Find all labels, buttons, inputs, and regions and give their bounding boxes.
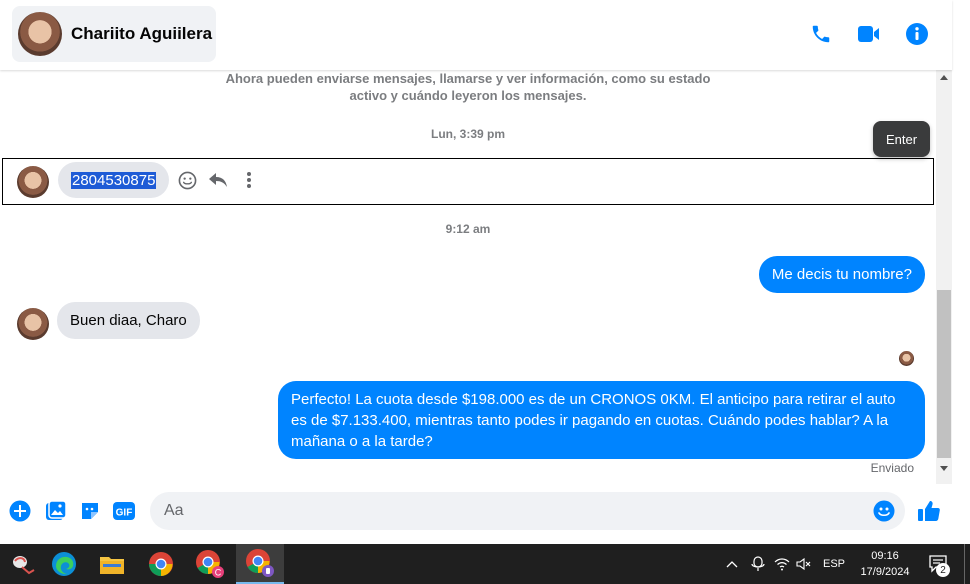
clock-date: 17/9/2024 bbox=[860, 566, 910, 578]
scroll-up-arrow[interactable] bbox=[940, 75, 948, 80]
svg-text:C: C bbox=[215, 568, 222, 578]
message-text: Buen diaa, Charo bbox=[70, 312, 187, 329]
chat-header: Chariito Aguiilera bbox=[0, 0, 952, 70]
like-icon[interactable] bbox=[917, 499, 941, 523]
composer-bar: GIF bbox=[0, 484, 952, 540]
message-row-selected[interactable]: 2804530875 bbox=[2, 158, 934, 205]
plus-icon[interactable] bbox=[8, 499, 32, 523]
video-icon[interactable] bbox=[857, 22, 881, 46]
meet-now-icon[interactable] bbox=[748, 544, 768, 584]
emoji-icon[interactable] bbox=[873, 500, 895, 527]
edge-icon[interactable] bbox=[40, 544, 88, 584]
language-indicator[interactable]: ESP bbox=[820, 544, 848, 584]
reply-icon[interactable] bbox=[208, 170, 228, 190]
clock[interactable]: 09:16 17/9/2024 bbox=[855, 548, 915, 580]
chevron-up-icon[interactable] bbox=[722, 544, 742, 584]
timestamp: 9:12 am bbox=[445, 222, 491, 236]
message-input-box[interactable] bbox=[150, 492, 905, 530]
clock-time: 09:16 bbox=[871, 550, 899, 562]
volume-muted-icon[interactable] bbox=[794, 544, 814, 584]
message-bubble-incoming[interactable]: 2804530875 bbox=[58, 162, 170, 198]
chrome-profile-icon[interactable]: C bbox=[186, 544, 234, 584]
react-icon[interactable] bbox=[177, 170, 197, 190]
gif-icon[interactable]: GIF bbox=[112, 499, 136, 523]
file-explorer-icon[interactable] bbox=[88, 544, 136, 584]
message-bubble-outgoing[interactable]: Perfecto! La cuota desde $198.000 es de … bbox=[278, 381, 925, 459]
scroll-thumb[interactable] bbox=[937, 290, 951, 458]
seen-avatar bbox=[899, 351, 914, 366]
chrome-profile-active-icon[interactable] bbox=[236, 544, 284, 584]
svg-text:GIF: GIF bbox=[116, 508, 133, 519]
timestamp: Lun, 3:39 pm bbox=[430, 127, 505, 141]
sender-avatar bbox=[17, 308, 49, 340]
phone-icon[interactable] bbox=[809, 22, 833, 46]
message-list: Ahora pueden enviarse mensajes, llamarse… bbox=[0, 70, 936, 484]
scroll-down-arrow[interactable] bbox=[940, 466, 948, 471]
message-text: Perfecto! La cuota desde $198.000 es de … bbox=[291, 391, 896, 450]
show-desktop-divider[interactable] bbox=[964, 544, 965, 584]
info-icon[interactable] bbox=[905, 22, 929, 46]
enter-tooltip: Enter bbox=[873, 121, 930, 157]
sticker-icon[interactable] bbox=[78, 499, 102, 523]
message-input[interactable] bbox=[164, 492, 854, 530]
messenger-window: Chariito Aguiilera Ahora pueden enviarse… bbox=[0, 0, 970, 544]
chat-scrollbar[interactable] bbox=[936, 70, 952, 484]
notification-icon[interactable]: 2 bbox=[924, 544, 954, 584]
contact-avatar bbox=[18, 12, 62, 56]
more-options-icon[interactable] bbox=[239, 170, 259, 190]
contact-name: Chariito Aguiilera bbox=[71, 24, 213, 43]
image-icon[interactable] bbox=[44, 499, 68, 523]
windows-taskbar: C ESP 09:16 17/9/2024 2 bbox=[0, 544, 970, 584]
wifi-icon[interactable] bbox=[772, 544, 792, 584]
notification-badge: 2 bbox=[936, 563, 950, 577]
delivery-status: Enviado bbox=[870, 461, 914, 475]
message-bubble-incoming[interactable]: Buen diaa, Charo bbox=[57, 302, 200, 339]
chrome-icon[interactable] bbox=[137, 544, 185, 584]
contact-button[interactable]: Chariito Aguiilera bbox=[12, 6, 216, 62]
system-note: Ahora pueden enviarse mensajes, llamarse… bbox=[225, 71, 711, 103]
sender-avatar bbox=[17, 166, 49, 198]
message-text: 2804530875 bbox=[71, 171, 157, 189]
message-text: Me decis tu nombre? bbox=[771, 266, 912, 283]
message-bubble-outgoing[interactable]: Me decis tu nombre? bbox=[758, 256, 925, 293]
